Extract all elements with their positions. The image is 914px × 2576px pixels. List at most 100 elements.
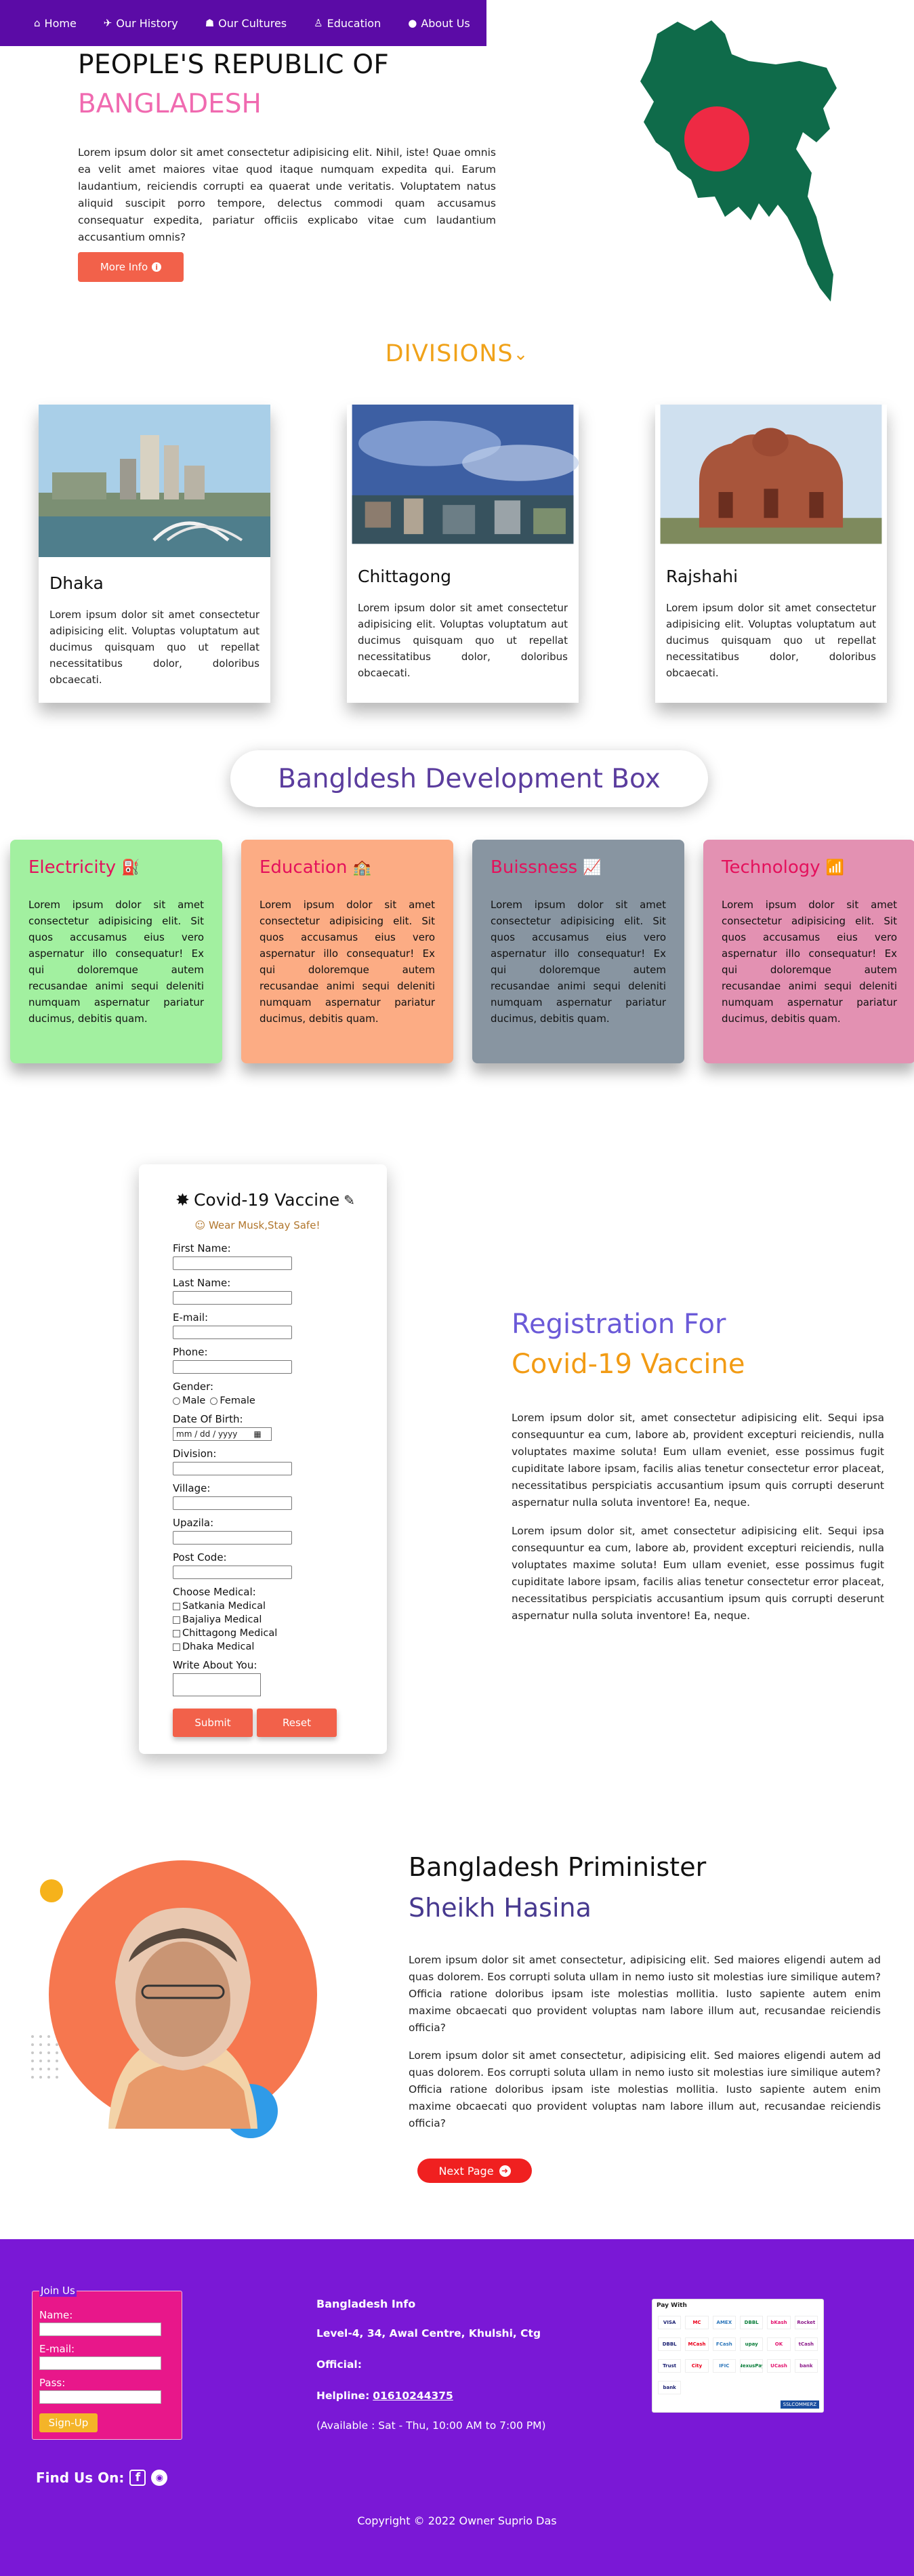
pay-logo: UCash [767,2359,791,2373]
home-icon: ⌂ [34,17,41,29]
info-circle-icon: i [152,262,162,272]
upazila-input[interactable] [173,1531,292,1545]
payment-methods: Pay With VISA MC AMEX DBBL bKash Rocket DBBL MC… [652,2299,824,2413]
medical-option[interactable]: Bajaliya Medical [173,1614,362,1625]
dev-box-text: Lorem ipsum dolor sit amet consectetur a… [28,899,204,1025]
female-radio[interactable] [210,1397,218,1405]
medical-option[interactable]: Satkania Medical [173,1601,362,1612]
form-title: ✸ Covid-19 Vaccine ✎ [175,1190,356,1210]
top-nav: ⌂ Home ✈ Our History ☗ Our Cultures ♙ Educat… [0,0,486,46]
hours-text: (Available : Sat - Thu, 10:00 AM to 7:00… [316,2419,546,2432]
bangladesh-map [640,20,837,302]
dev-box-education[interactable]: Education 🏫 Lorem ipsum dolor sit amet co… [241,840,453,1063]
github-icon[interactable]: ◉ [151,2470,168,2486]
phone-input[interactable] [173,1360,292,1374]
pay-logo: bKash [767,2316,791,2329]
dhaka-photo [39,405,270,557]
submit-button[interactable]: Submit [173,1709,253,1737]
pm-name: Sheikh Hasina [409,1893,591,1923]
email-input[interactable] [39,2356,161,2370]
division-card-rajshahi[interactable]: Rajshahi Lorem ipsum dolor sit amet cons… [655,405,887,703]
reset-button[interactable]: Reset [257,1709,337,1737]
syringe-icon: ✎ [344,1191,356,1208]
name-label: Name: [39,2309,73,2321]
join-us-legend: Join Us [39,2285,77,2297]
registration-subtitle: Covid-19 Vaccine [512,1349,745,1380]
pay-logo: IFIC [712,2359,736,2373]
post-code-input[interactable] [173,1566,292,1579]
pay-logo-grid: VISA MC AMEX DBBL bKash Rocket DBBL MCash FCash u… [652,2312,823,2398]
division-input[interactable] [173,1462,292,1475]
dev-box-title: Electricity ⛽ [28,857,140,878]
mask-icon: ☺ [194,1219,206,1231]
nav-about[interactable]: ● About Us [408,17,470,30]
card-title: Dhaka [49,573,104,593]
password-input[interactable] [39,2390,161,2404]
first-name-input[interactable] [173,1256,292,1270]
nav-history[interactable]: ✈ Our History [104,17,178,30]
registration-para-1: Lorem ipsum dolor sit, amet consectetur … [512,1412,884,1509]
checkbox[interactable] [173,1616,180,1624]
pay-logo: FCash [712,2337,736,2351]
dob-input[interactable]: mm / dd / yyyy ▦ [173,1427,272,1441]
division-label: Division: [173,1448,217,1460]
checkbox[interactable] [173,1643,180,1651]
arrow-circle-right-icon: ➜ [499,2165,511,2177]
card-text: Lorem ipsum dolor sit amet consectetur a… [358,602,568,679]
gender-options: Male Female [173,1395,362,1406]
pay-title: Pay With [657,2302,687,2309]
email-input[interactable] [173,1326,292,1339]
name-input[interactable] [39,2323,161,2336]
pay-logo: bank [794,2359,818,2373]
rajshahi-photo [660,405,882,544]
next-page-button[interactable]: Next Page ➜ [417,2159,532,2183]
last-name-input[interactable] [173,1291,292,1305]
pay-logo: City [685,2359,709,2373]
about-textarea[interactable] [173,1673,261,1696]
pay-logo: MC [685,2316,709,2329]
form-note: ☺ Wear Musk,Stay Safe! [194,1219,320,1231]
plane-icon: ✈ [103,17,112,29]
pay-logo: tCash [794,2337,818,2351]
info-title: Bangladesh Info [316,2297,416,2310]
pm-title: Bangladesh Priminister [409,1852,707,1882]
medical-option[interactable]: Dhaka Medical [173,1641,362,1652]
pay-logo: MCash [685,2337,709,2351]
calendar-icon: ▦ [253,1429,262,1439]
nav-home[interactable]: ⌂ Home [34,17,77,30]
facebook-icon[interactable]: f [129,2470,146,2486]
hero-title: PEOPLE'S REPUBLIC OF [78,49,390,80]
hero-subtitle: BANGLADESH [78,89,262,119]
helpline-link[interactable]: 01610244375 [373,2390,453,2402]
checkbox[interactable] [173,1629,180,1637]
nav-education[interactable]: ♙ Education [314,17,381,30]
division-card-chittagong[interactable]: Chittagong Lorem ipsum dolor sit amet co… [347,405,579,703]
medical-option[interactable]: Chittagong Medical [173,1628,362,1639]
division-card-dhaka[interactable]: Dhaka Lorem ipsum dolor sit amet consect… [39,405,270,703]
signup-button[interactable]: Sign-Up [39,2413,98,2432]
registration-title: Registration For [512,1309,726,1340]
pm-para-1: Lorem ipsum dolor sit amet consectetur, … [409,1954,881,2034]
dev-box-text: Lorem ipsum dolor sit amet consectetur a… [722,899,897,1025]
users-icon: ☗ [205,17,215,29]
pay-logo: NexusPay [739,2359,764,2373]
card-title: Chittagong [358,567,452,586]
chart-line-icon: 📈 [583,859,602,876]
pay-logo: OK [767,2337,791,2351]
dev-box-technology[interactable]: Technology 📶 Lorem ipsum dolor sit amet c… [703,840,914,1063]
card-text: Lorem ipsum dolor sit amet consectetur a… [666,602,876,679]
checkbox[interactable] [173,1602,180,1610]
dev-box-electricity[interactable]: Electricity ⛽ Lorem ipsum dolor sit amet … [10,840,222,1063]
male-radio[interactable] [173,1397,180,1405]
nav-cultures[interactable]: ☗ Our Cultures [205,17,287,30]
copyright: Copyright © 2022 Owner Suprio Das [357,2514,557,2527]
last-name-label: Last Name: [173,1277,231,1289]
more-info-button[interactable]: More Info i [78,252,184,282]
helpline-row: Helpline: 01610244375 [316,2390,453,2402]
ssl-badge: SSLCOMMERZ [780,2400,819,2409]
hero-text: Lorem ipsum dolor sit amet consectetur a… [78,146,496,243]
email-label: E-mail: [39,2343,75,2355]
vaccine-form-card: ✸ Covid-19 Vaccine ✎ ☺ Wear Musk,Stay Safe… [139,1164,387,1754]
village-input[interactable] [173,1496,292,1510]
dev-box-business[interactable]: Buissness 📈 Lorem ipsum dolor sit amet co… [472,840,684,1063]
